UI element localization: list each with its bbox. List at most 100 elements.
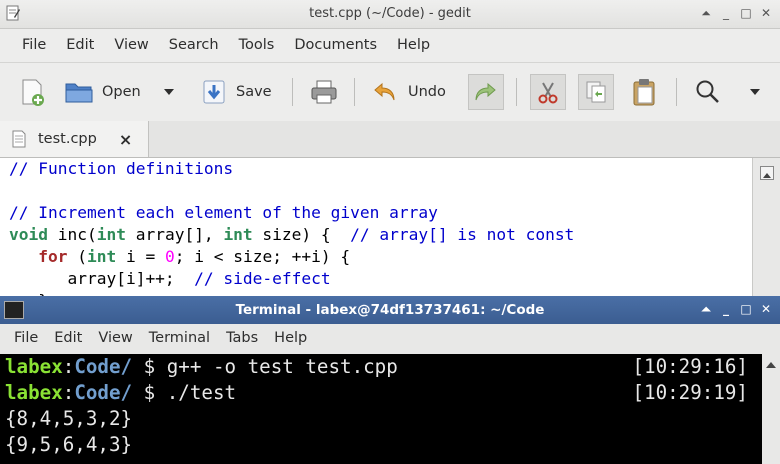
minimize-icon[interactable]: _: [720, 302, 732, 317]
menu-view[interactable]: View: [104, 37, 158, 53]
undo-button[interactable]: Undo: [372, 63, 446, 121]
terminal-titlebar: Terminal - labex@74df13737461: ~/Code ⏶ …: [0, 296, 780, 324]
code-token: inc(: [47, 225, 97, 244]
search-button[interactable]: [694, 63, 722, 121]
code-token: for: [38, 247, 68, 266]
output-line: {9,5,6,4,3}: [5, 433, 133, 456]
code-line: void inc(int array[], int size) { // arr…: [9, 224, 752, 246]
prompt-symbol: $: [132, 355, 167, 378]
term-menu-help[interactable]: Help: [266, 330, 315, 346]
tab-label: test.cpp: [38, 131, 97, 147]
gedit-toolbar: Open Save Undo: [0, 62, 780, 122]
undo-icon: [374, 82, 395, 101]
code-token: void: [9, 225, 48, 244]
redo-button[interactable]: [468, 63, 504, 121]
search-icon: [696, 80, 719, 103]
code-token: 0: [164, 247, 175, 266]
terminal-window-title: Terminal - labex@74df13737461: ~/Code: [235, 302, 545, 318]
clipboard-icon: [633, 79, 655, 106]
scissors-icon: [538, 82, 558, 104]
code-line: array[i]++; // side-effect: [9, 268, 752, 290]
copy-button[interactable]: [578, 63, 614, 121]
menu-help[interactable]: Help: [387, 37, 440, 53]
gedit-titlebar: test.cpp (~/Code) - gedit ⏶ _ □ ✕: [0, 0, 780, 29]
prompt-symbol: $: [132, 381, 167, 404]
code-token: // Increment each element of the given a…: [9, 203, 438, 222]
cut-button[interactable]: [530, 63, 566, 121]
gedit-tab-bar: test.cpp ×: [0, 121, 780, 158]
code-text: // Function definitions // Increment each…: [0, 158, 752, 296]
code-token: size) {: [252, 225, 351, 244]
maximize-icon[interactable]: □: [740, 6, 752, 21]
code-token: int: [223, 225, 253, 244]
undo-label: Undo: [408, 84, 446, 100]
printer-icon: [311, 80, 337, 104]
editor-scrollbar[interactable]: [752, 158, 780, 296]
new-document-icon: [22, 79, 44, 106]
tab-close-icon[interactable]: ×: [119, 130, 132, 149]
terminal-output[interactable]: labex:Code/ $ g++ -o test test.cpp [10:29…: [0, 354, 762, 464]
redo-icon: [475, 82, 496, 101]
command-text: ./test: [166, 381, 237, 404]
code-token: // array[] is not const: [350, 225, 575, 244]
term-menu-terminal[interactable]: Terminal: [141, 330, 218, 346]
term-menu-edit[interactable]: Edit: [46, 330, 90, 346]
code-token: i =: [116, 247, 165, 266]
terminal-line: labex:Code/ $ ./test [10:29:19]: [0, 380, 762, 406]
close-icon[interactable]: ✕: [760, 302, 772, 317]
toolbar-separator: [292, 78, 293, 106]
new-document-button[interactable]: [18, 63, 46, 121]
paste-button[interactable]: [632, 63, 656, 121]
terminal-scrollbar[interactable]: [762, 354, 780, 464]
menu-tools[interactable]: Tools: [229, 37, 285, 53]
gedit-menubar: File Edit View Search Tools Documents He…: [0, 29, 780, 61]
folder-icon: [65, 83, 93, 103]
command-text: g++ -o test test.cpp: [166, 355, 398, 378]
code-token: // Function definitions: [9, 159, 234, 178]
minimize-icon[interactable]: _: [720, 6, 732, 21]
scroll-up-icon[interactable]: [765, 360, 777, 370]
terminal-menubar: File Edit View Terminal Tabs Help: [0, 324, 780, 352]
toolbar-separator: [516, 78, 517, 106]
shade-icon[interactable]: ⏶: [700, 302, 712, 317]
code-token: array[i]++;: [9, 269, 195, 288]
open-label: Open: [102, 84, 141, 100]
menu-edit[interactable]: Edit: [56, 37, 104, 53]
terminal-window: Terminal - labex@74df13737461: ~/Code ⏶ …: [0, 296, 780, 464]
term-menu-file[interactable]: File: [0, 330, 46, 346]
toolbar-overflow-dropdown[interactable]: [748, 63, 762, 121]
open-button[interactable]: Open: [64, 63, 141, 121]
scroll-up-icon[interactable]: [760, 166, 774, 180]
term-menu-tabs[interactable]: Tabs: [218, 330, 266, 346]
chevron-down-icon: [750, 89, 760, 95]
terminal-line: labex:Code/ $ g++ -o test test.cpp [10:29…: [0, 354, 762, 380]
code-token: int: [87, 247, 117, 266]
save-icon: [203, 80, 225, 104]
output-line: {8,4,5,3,2}: [5, 407, 133, 430]
timestamp: [10:29:19]: [632, 381, 748, 404]
maximize-icon[interactable]: □: [740, 302, 752, 317]
prompt-directory: Code/: [74, 355, 133, 378]
menu-documents[interactable]: Documents: [284, 37, 387, 53]
prompt-user: labex: [5, 355, 63, 378]
code-editor[interactable]: // Function definitions // Increment each…: [0, 158, 752, 296]
tab-test-cpp[interactable]: test.cpp ×: [0, 121, 149, 157]
chevron-down-icon: [164, 89, 174, 95]
print-button[interactable]: [310, 63, 338, 121]
copy-icon: [586, 81, 606, 103]
open-recent-dropdown[interactable]: [162, 63, 176, 121]
toolbar-separator: [354, 78, 355, 106]
term-menu-view[interactable]: View: [90, 330, 140, 346]
text-file-icon: [12, 130, 26, 148]
save-button[interactable]: Save: [202, 63, 272, 121]
gedit-window: test.cpp (~/Code) - gedit ⏶ _ □ ✕ File E…: [0, 0, 780, 296]
shade-icon[interactable]: ⏶: [700, 6, 712, 21]
prompt-separator: :: [62, 355, 75, 378]
menu-search[interactable]: Search: [159, 37, 229, 53]
menu-file[interactable]: File: [0, 37, 56, 53]
close-icon[interactable]: ✕: [760, 6, 772, 21]
code-token: ; i < size; ++i) {: [174, 247, 351, 266]
code-token: int: [96, 225, 126, 244]
